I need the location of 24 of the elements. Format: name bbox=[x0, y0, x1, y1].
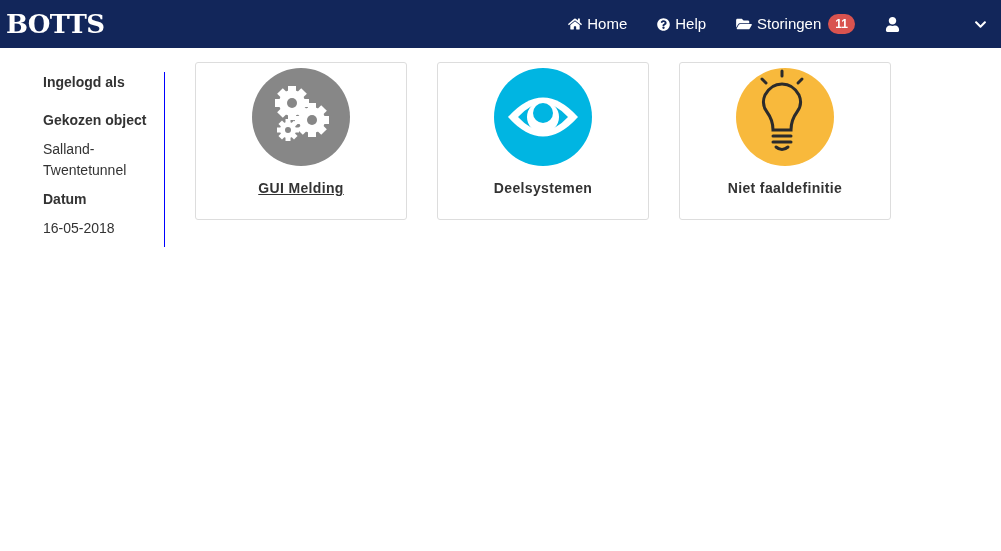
sidebar-heading: Gekozen object bbox=[43, 111, 148, 130]
sidebar-value: 16-05-2018 bbox=[43, 219, 116, 238]
user-icon bbox=[885, 16, 900, 32]
sidebar-heading: Datum bbox=[43, 190, 88, 209]
user-menu[interactable] bbox=[885, 15, 987, 33]
nav-link[interactable]: Storingen 11 bbox=[736, 12, 855, 36]
brand-logo[interactable]: BOTTS bbox=[6, 4, 105, 44]
folder-icon bbox=[736, 17, 753, 31]
card-label: Niet faaldefinitie bbox=[727, 179, 843, 198]
help-icon bbox=[657, 17, 671, 31]
menu-card[interactable]: Niet faaldefinitie bbox=[679, 62, 891, 220]
lightbulb-icon bbox=[760, 69, 804, 151]
eye-icon bbox=[508, 97, 578, 137]
card-label: Deelsystemen bbox=[493, 179, 593, 198]
menu-card[interactable]: GUI Melding bbox=[195, 62, 407, 220]
sidebar-heading: Ingelogd als bbox=[43, 73, 126, 92]
card-label: GUI Melding bbox=[258, 179, 344, 198]
gears-icon bbox=[275, 86, 329, 141]
count-badge: 11 bbox=[828, 14, 855, 34]
menu-card[interactable]: Deelsystemen bbox=[437, 62, 649, 220]
nav-link[interactable]: Help bbox=[657, 12, 707, 36]
sidebar-value: Salland- Twentetunnel bbox=[43, 140, 128, 180]
nav-link[interactable]: Home bbox=[568, 12, 628, 36]
home-icon bbox=[568, 17, 583, 31]
